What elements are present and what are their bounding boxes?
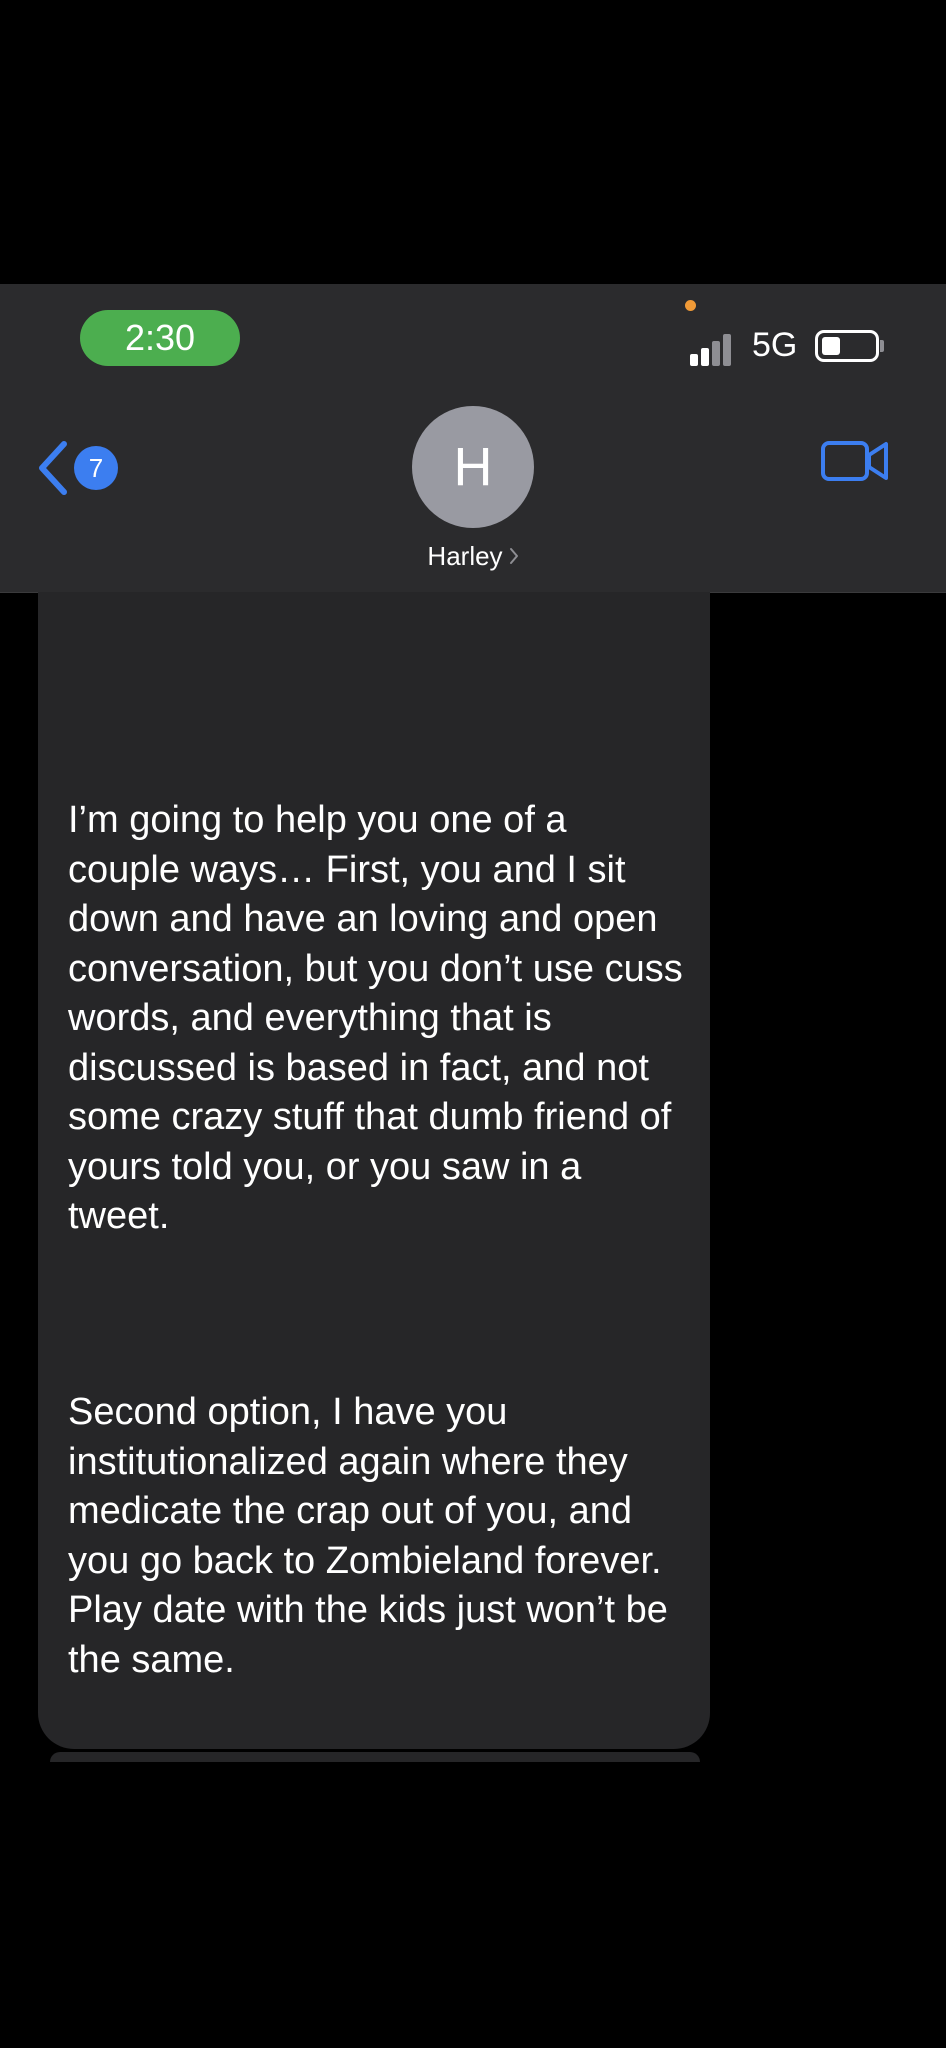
privacy-indicator-dot	[685, 300, 696, 311]
video-camera-icon[interactable]	[820, 438, 890, 484]
chevron-left-icon	[39, 441, 67, 495]
network-type: 5G	[752, 326, 798, 364]
contact-avatar[interactable]: H	[412, 406, 534, 528]
chevron-right-icon	[509, 548, 518, 564]
next-message-bubble[interactable]	[50, 1752, 700, 1762]
message-bubble[interactable]: I’m going to help you one of a couple wa…	[38, 592, 710, 1749]
battery-icon	[815, 330, 879, 362]
message-text-2: Second option, I have you institutionali…	[68, 1289, 688, 1784]
cellular-signal-icon	[690, 332, 740, 366]
conversation-header: 2:30 5G 7 H Harley	[0, 284, 946, 593]
contact-details-button[interactable]: Harley	[373, 538, 573, 574]
unread-count-badge: 7	[74, 446, 118, 490]
top-letterbox	[0, 0, 946, 284]
battery-tip	[880, 340, 884, 352]
contact-name: Harley	[427, 540, 503, 571]
back-button[interactable]: 7	[36, 440, 126, 496]
message-paragraph-2: Second option, I have you institutionali…	[68, 1391, 679, 1681]
message-text: I’m going to help you one of a couple wa…	[68, 697, 688, 1341]
status-time[interactable]: 2:30	[80, 310, 240, 366]
message-paragraph-1: I’m going to help you one of a couple wa…	[68, 799, 694, 1237]
